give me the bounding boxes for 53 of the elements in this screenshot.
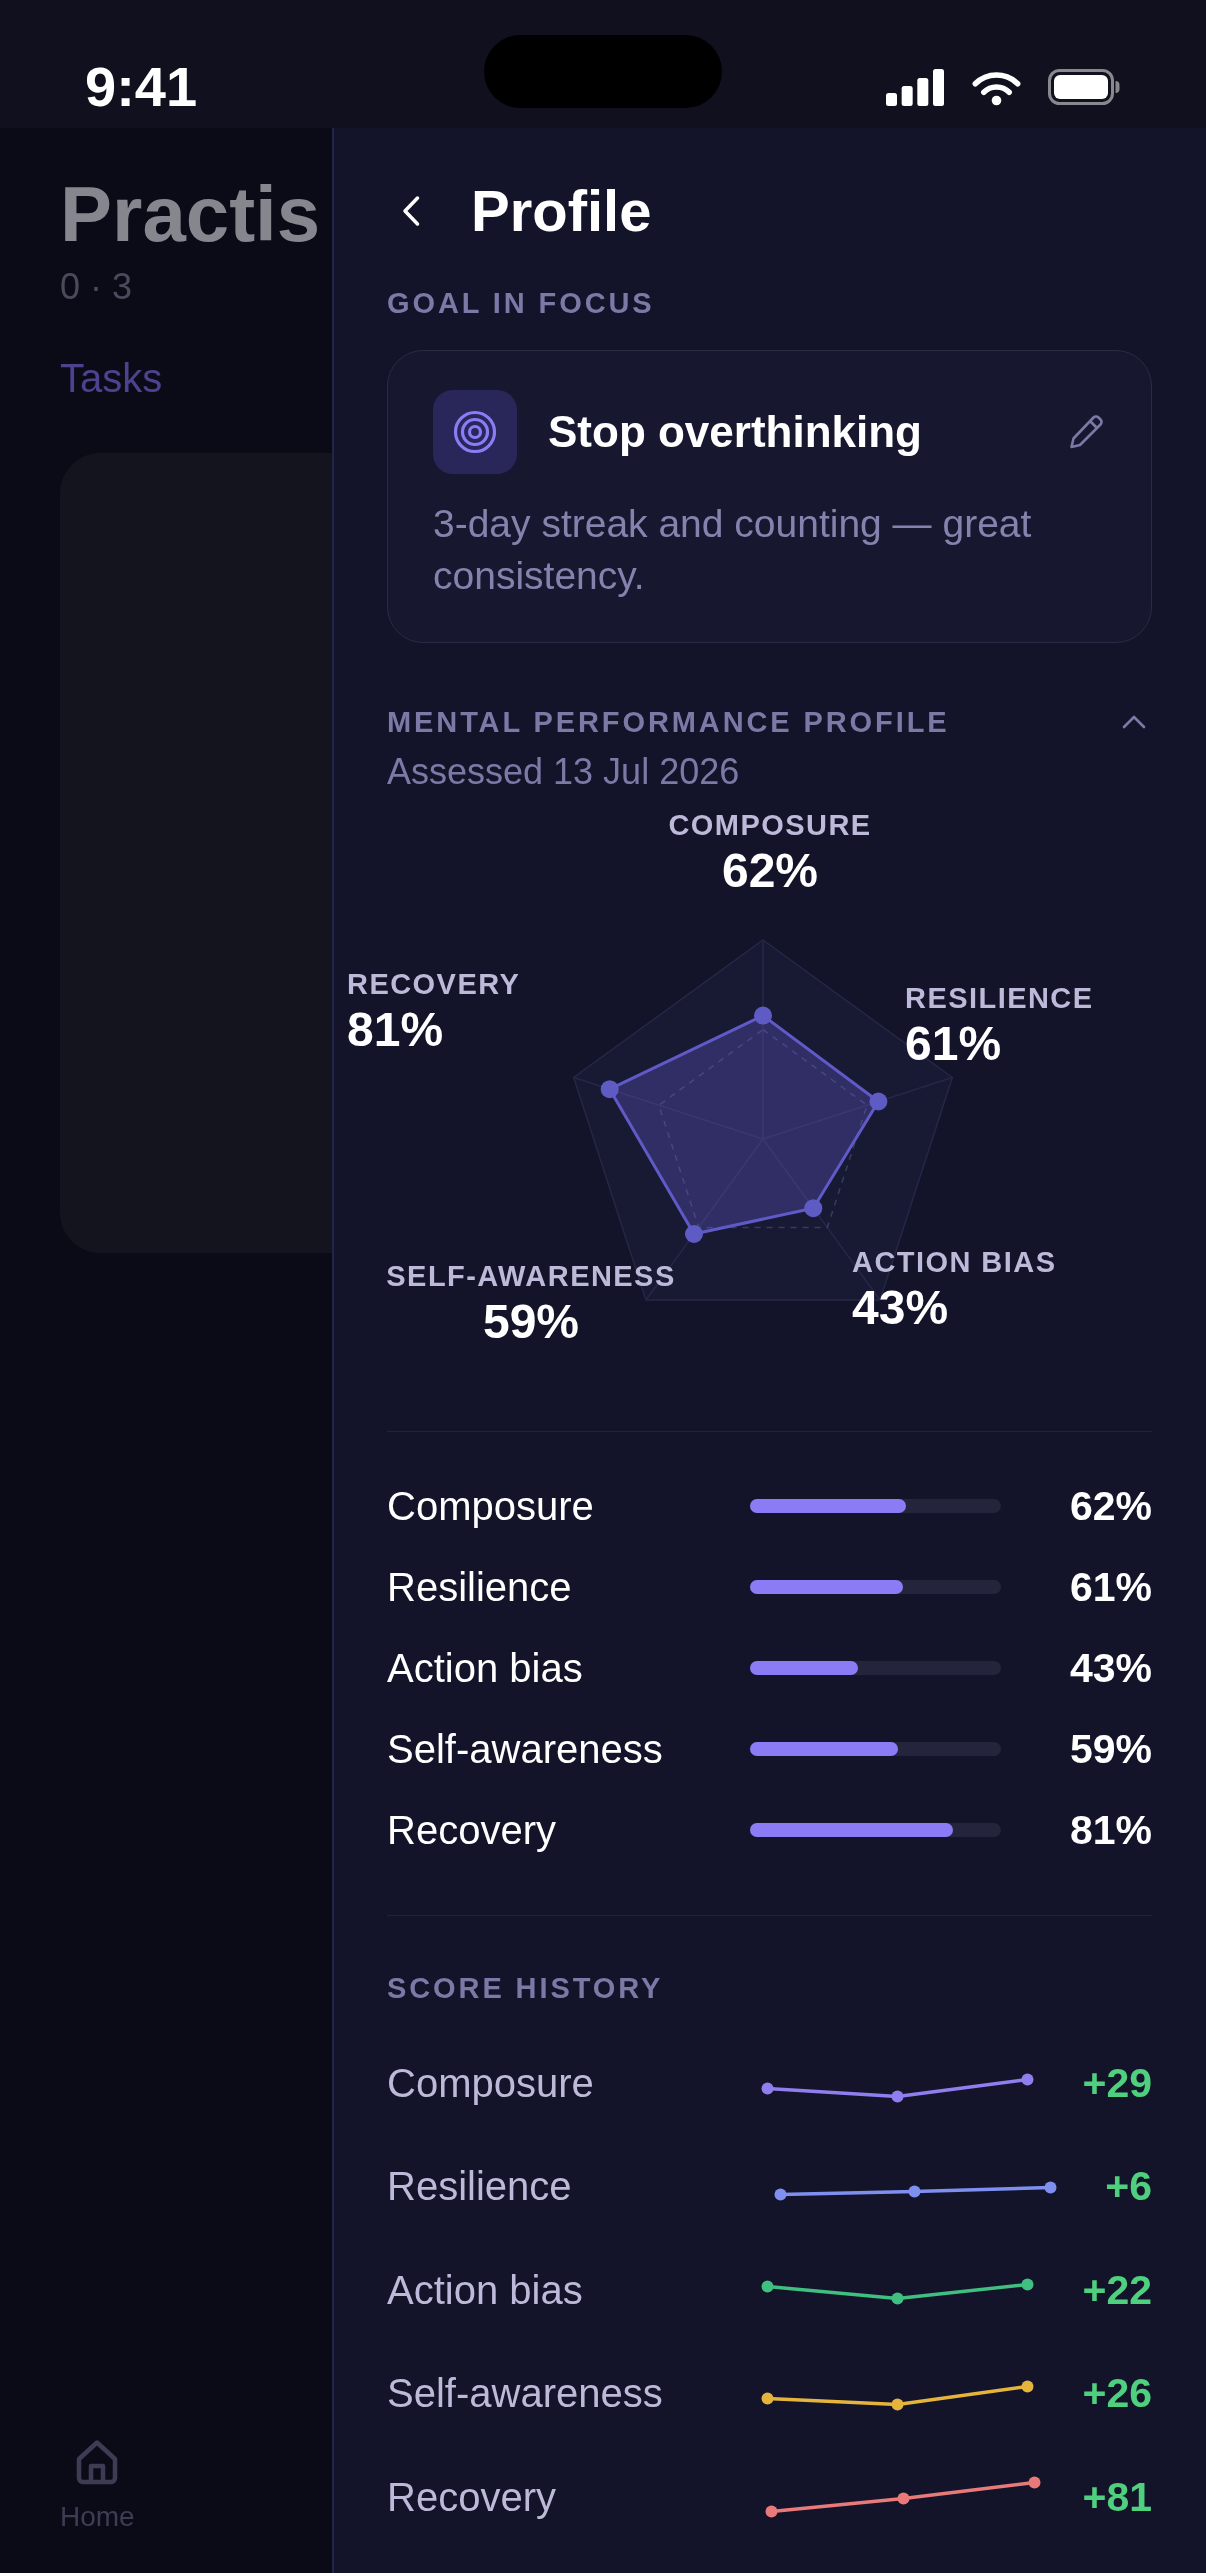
panel-title: Profile xyxy=(471,177,652,245)
score-point xyxy=(600,1080,619,1099)
history-label: Resilience xyxy=(387,2163,572,2211)
axis-value: 59% xyxy=(482,1296,580,1348)
score-value: 62% xyxy=(1069,1481,1152,1530)
history-label: Recovery xyxy=(387,2473,556,2521)
home-tab[interactable]: Home xyxy=(60,2430,135,2534)
axis-value: 81% xyxy=(347,1004,444,1056)
score-change: +26 xyxy=(1082,2369,1152,2418)
axis-label: RESILIENCE xyxy=(905,981,1094,1016)
score-change: +29 xyxy=(1082,2058,1152,2107)
score-label: Recovery xyxy=(387,1806,556,1854)
home-icon xyxy=(75,2438,120,2486)
axis-label: COMPOSURE xyxy=(668,808,872,843)
score-point xyxy=(685,1225,703,1243)
axis-value: 62% xyxy=(721,845,819,897)
pencil-icon xyxy=(1068,414,1104,450)
axis-label: RECOVERY xyxy=(347,967,521,1002)
score-value: 43% xyxy=(1069,1643,1152,1692)
assessment-date: Assessed 13 Jul 2026 xyxy=(387,751,740,792)
score-change: +81 xyxy=(1082,2472,1152,2521)
score-value: 81% xyxy=(1069,1805,1152,1854)
section-heading: MENTAL PERFORMANCE PROFILE xyxy=(387,705,950,740)
score-change: +22 xyxy=(1082,2265,1152,2314)
goal-note: 3-day streak and counting — great consistency. xyxy=(433,501,1033,599)
score-point xyxy=(869,1092,888,1111)
score-point xyxy=(804,1199,823,1218)
score-label: Action bias xyxy=(387,1644,583,1692)
score-label: Self-awareness xyxy=(387,1725,663,1773)
signal-icon xyxy=(886,68,944,106)
section-heading: SCORE HISTORY xyxy=(387,1972,664,2004)
status-time: 9:41 xyxy=(85,56,198,118)
score-value: 61% xyxy=(1069,1562,1152,1611)
score-label: Composure xyxy=(387,1482,594,1530)
screen-title: Practis xyxy=(60,175,321,253)
axis-label: SELF-AWARENESS xyxy=(386,1259,676,1294)
axis-value: 61% xyxy=(905,1018,1002,1070)
score-value: 59% xyxy=(1069,1724,1152,1773)
battery-icon xyxy=(1048,69,1120,105)
history-label: Self-awareness xyxy=(387,2370,663,2418)
score-change: +6 xyxy=(1105,2162,1152,2211)
score-label: Resilience xyxy=(387,1563,572,1611)
section-heading: GOAL IN FOCUS xyxy=(387,287,655,319)
goal-title: Stop overthinking xyxy=(548,406,922,458)
chevron-left-icon xyxy=(401,195,421,227)
history-label: Composure xyxy=(387,2059,594,2107)
target-icon xyxy=(433,390,517,474)
axis-label: ACTION BIAS xyxy=(852,1245,1057,1280)
progress-count: 0 · 3 xyxy=(60,266,133,307)
tasks-tab[interactable]: Tasks xyxy=(60,355,163,401)
score-point xyxy=(754,1006,772,1025)
axis-value: 43% xyxy=(852,1282,949,1334)
history-label: Action bias xyxy=(387,2266,583,2314)
